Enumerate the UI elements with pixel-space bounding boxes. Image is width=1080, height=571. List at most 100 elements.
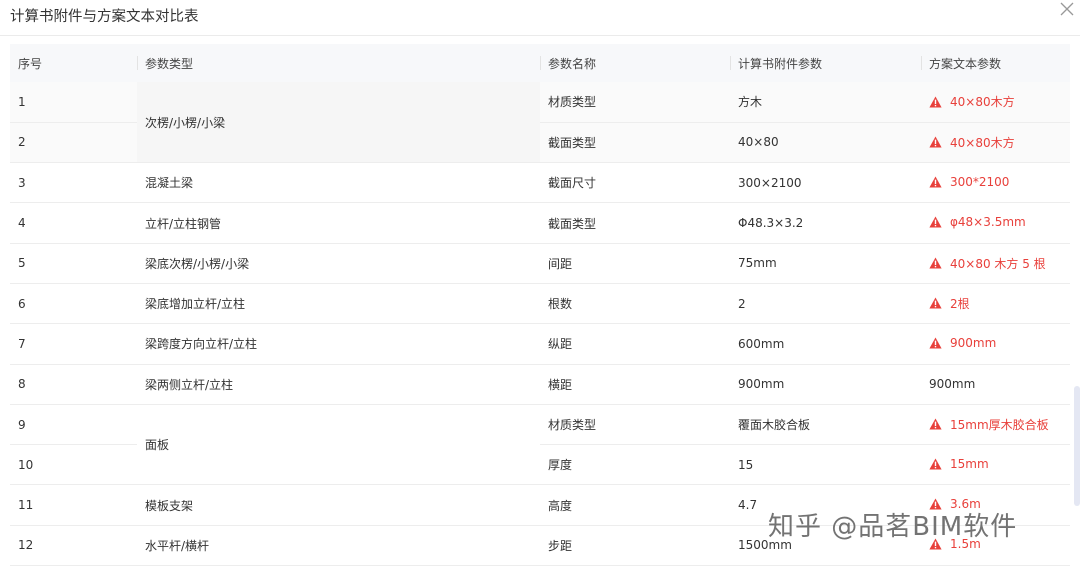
cell-param-type: 模板支架 [137,484,540,526]
cell-calc-param: 40×80 [730,122,921,164]
cell-param-name: 横距 [540,364,730,405]
mismatch-value: 900mm [929,336,996,350]
cell-param-type: 水平杆/横杆 [137,525,540,567]
cell-calc-param: 方木 [730,82,921,123]
plan-param-text: 15mm厚木胶合板 [950,417,1049,432]
scrollbar-thumb[interactable] [1074,386,1080,506]
warning-icon [929,337,942,349]
cell-index: 1 [10,82,137,123]
column-header-param-name: 参数名称 [540,44,730,82]
cell-index: 2 [10,122,137,164]
column-header-label: 参数名称 [548,56,597,71]
cell-param-name: 截面尺寸 [540,162,730,204]
warning-icon [929,136,942,148]
mismatch-value: 40×80木方 [929,93,1015,110]
cell-param-type: 梁底增加立杆/立柱 [137,283,540,325]
cell-plan-param: φ48×3.5mm [921,202,1070,244]
cell-param-name: 纵距 [540,323,730,365]
column-header-param-type: 参数类型 [137,44,540,82]
plan-param-text: φ48×3.5mm [950,215,1026,230]
cell-param-type: 梁底次楞/小楞/小梁 [137,243,540,284]
comparison-table: 序号 参数类型 参数名称 计算书附件参数 方案文本参数 1 次楞/小楞/小梁 材质类… [10,44,1070,567]
column-separator [921,56,922,70]
cell-index: 10 [10,444,137,486]
cell-param-name: 间距 [540,243,730,284]
cell-param-name: 截面类型 [540,122,730,164]
cell-plan-param: 300*2100 [921,162,1070,204]
column-header-calc-param: 计算书附件参数 [730,44,921,82]
table-header-row: 序号 参数类型 参数名称 计算书附件参数 方案文本参数 [10,44,1070,82]
watermark: 知乎 @品茗BIM软件 [768,512,1018,542]
cell-index: 4 [10,202,137,244]
cell-param-name: 步距 [540,525,730,567]
cell-param-type: 面板 [137,404,540,486]
comparison-table-container[interactable]: 序号 参数类型 参数名称 计算书附件参数 方案文本参数 1 次楞/小楞/小梁 材质类… [10,44,1070,571]
cell-index: 12 [10,525,137,567]
table-row[interactable]: 8 梁两侧立杆/立柱 横距 900mm 900mm [10,364,1070,405]
table-row[interactable]: 4 立杆/立柱钢管 截面类型 Φ48.3×3.2 φ48×3.5mm [10,202,1070,244]
column-header-plan-param: 方案文本参数 [921,44,1070,82]
cell-index: 6 [10,283,137,325]
cell-plan-param: 40×80木方 [921,122,1070,164]
cell-calc-param: 600mm [730,323,921,365]
mismatch-value: 15mm [929,457,989,471]
warning-icon [929,458,942,470]
cell-index: 11 [10,484,137,526]
cell-plan-param: 40×80 木方 5 根 [921,243,1070,284]
cell-param-name: 高度 [540,484,730,526]
cell-param-name: 厚度 [540,444,730,486]
table-row[interactable]: 9 面板 材质类型 覆面木胶合板 15mm厚木胶合板 [10,404,1070,486]
warning-icon [929,176,942,188]
close-button[interactable] [1060,2,1080,24]
table-row[interactable]: 6 梁底增加立杆/立柱 根数 2 2根 [10,283,1070,325]
cell-plan-param: 15mm [921,444,1070,486]
table-row[interactable]: 5 梁底次楞/小楞/小梁 间距 75mm 40×80 木方 5 根 [10,243,1070,284]
cell-param-type: 立杆/立柱钢管 [137,202,540,244]
column-separator [540,56,541,70]
column-header-label: 方案文本参数 [929,56,1002,71]
mismatch-value: 300*2100 [929,175,1009,189]
cell-param-name: 材质类型 [540,82,730,123]
mismatch-value: 2根 [929,295,970,312]
cell-calc-param: Φ48.3×3.2 [730,202,921,244]
cell-plan-param: 40×80木方 [921,82,1070,123]
cell-index: 9 [10,404,137,446]
dialog-header: 计算书附件与方案文本对比表 [0,0,1080,36]
table-body: 1 次楞/小楞/小梁 材质类型 方木 40×80木方 2 截面类型 40×80 40×80木方 3… [10,82,1070,567]
plan-param-text: 40×80木方 [950,135,1015,150]
column-separator [137,56,138,70]
cell-plan-param: 2根 [921,283,1070,325]
cell-calc-param: 75mm [730,243,921,284]
warning-icon [929,216,942,228]
cell-param-type: 梁跨度方向立杆/立柱 [137,323,540,365]
warning-icon [929,257,942,269]
cell-calc-param: 300×2100 [730,162,921,204]
cell-calc-param: 900mm [730,364,921,405]
mismatch-value: 15mm厚木胶合板 [929,416,1049,433]
cell-plan-param: 900mm [921,323,1070,365]
plan-param-text: 900mm [950,335,997,350]
cell-calc-param: 2 [730,283,921,325]
table-row[interactable]: 3 混凝土梁 截面尺寸 300×2100 300*2100 [10,162,1070,204]
plan-param-text: 2根 [950,296,970,311]
close-icon[interactable] [1060,2,1080,16]
cell-plan-param: 900mm [921,364,1070,405]
mismatch-value: φ48×3.5mm [929,215,1026,229]
warning-icon [929,418,942,430]
plan-param-text: 15mm [950,456,989,471]
plan-param-text: 300*2100 [950,174,1010,189]
table-row[interactable]: 7 梁跨度方向立杆/立柱 纵距 600mm 900mm [10,323,1070,365]
cell-calc-param: 15 [730,444,921,486]
warning-icon [929,297,942,309]
plan-param-text: 40×80木方 [950,95,1015,110]
cell-index: 8 [10,364,137,405]
column-header-label: 参数类型 [145,56,194,71]
cell-index: 7 [10,323,137,365]
dialog-title: 计算书附件与方案文本对比表 [10,9,199,25]
cell-param-name: 截面类型 [540,202,730,244]
cell-calc-param: 覆面木胶合板 [730,404,921,446]
warning-icon [929,96,942,108]
table-row[interactable]: 1 次楞/小楞/小梁 材质类型 方木 40×80木方 [10,82,1070,164]
column-separator [730,56,731,70]
cell-param-type: 次楞/小楞/小梁 [137,82,540,164]
